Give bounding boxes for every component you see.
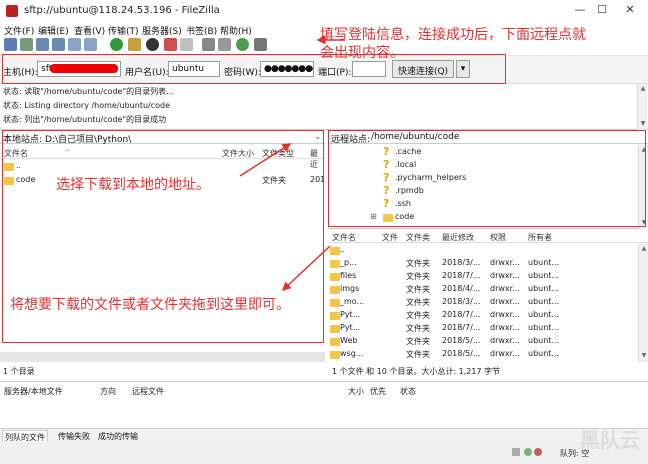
annotation-arrows <box>239 35 345 292</box>
arrow-to-local-path <box>239 143 292 177</box>
arrow-to-local-list <box>281 245 331 292</box>
